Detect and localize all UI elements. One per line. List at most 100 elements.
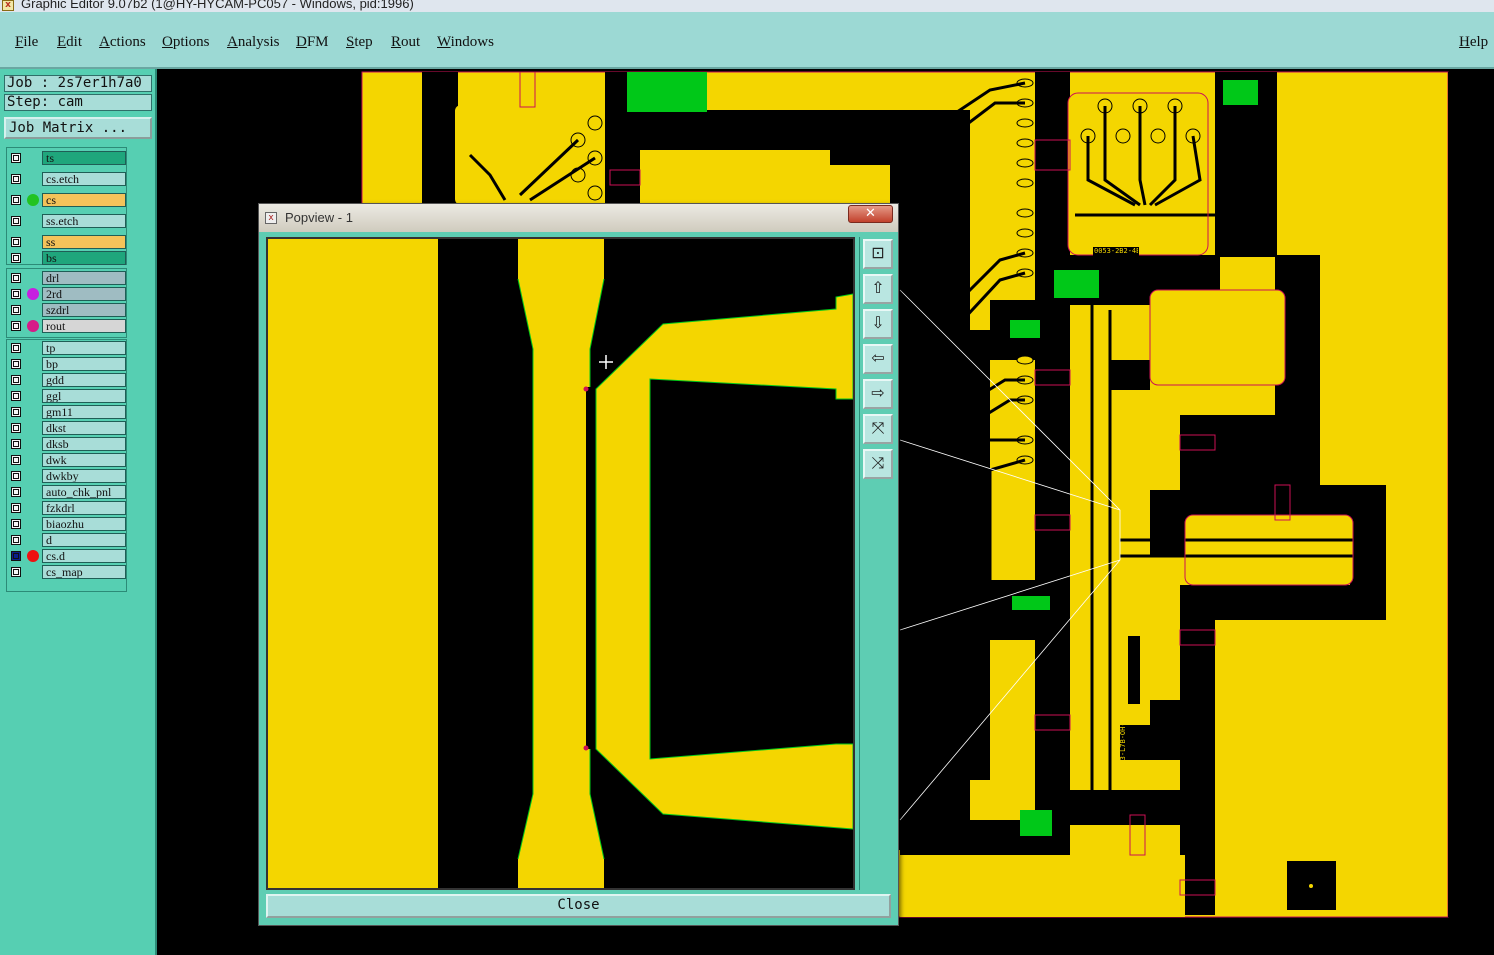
step-name: Step: cam bbox=[4, 94, 152, 111]
layer-row-fzkdrl[interactable]: fzkdrl bbox=[7, 500, 128, 516]
pan-right-icon[interactable]: ⇨ bbox=[863, 379, 893, 409]
menu-windows[interactable]: Windows bbox=[437, 32, 494, 52]
layer-checkbox[interactable] bbox=[11, 321, 21, 331]
layer-name[interactable]: fzkdrl bbox=[42, 501, 126, 515]
layer-name[interactable]: auto_chk_pnl bbox=[42, 485, 126, 499]
layer-checkbox[interactable] bbox=[11, 253, 21, 263]
layer-row-cs-etch[interactable]: cs.etch bbox=[7, 171, 128, 187]
layer-row-cs-map[interactable]: cs_map bbox=[7, 564, 128, 580]
layer-row-drl[interactable]: drl bbox=[7, 270, 128, 286]
layer-name[interactable]: szdrl bbox=[42, 303, 126, 317]
layer-checkbox[interactable] bbox=[11, 289, 21, 299]
menu-analysis[interactable]: Analysis bbox=[227, 32, 280, 52]
layer-name[interactable]: bp bbox=[42, 357, 126, 371]
layer-name[interactable]: cs.etch bbox=[42, 172, 126, 186]
layer-checkbox[interactable] bbox=[11, 305, 21, 315]
layer-checkbox[interactable] bbox=[11, 519, 21, 529]
layer-row-tp[interactable]: tp bbox=[7, 340, 128, 356]
layer-row-dwkby[interactable]: dwkby bbox=[7, 468, 128, 484]
layer-row-d[interactable]: d bbox=[7, 532, 128, 548]
layer-name[interactable]: ss.etch bbox=[42, 214, 126, 228]
layer-row-ggl[interactable]: ggl bbox=[7, 388, 128, 404]
layer-checkbox[interactable] bbox=[11, 195, 21, 205]
layer-name[interactable]: 2rd bbox=[42, 287, 126, 301]
layer-checkbox[interactable] bbox=[11, 216, 21, 226]
menu-step[interactable]: Step bbox=[346, 32, 373, 52]
zoom-window-icon[interactable]: ⊡ bbox=[863, 239, 893, 269]
layer-name[interactable]: d bbox=[42, 533, 126, 547]
menu-options[interactable]: Options bbox=[162, 32, 210, 52]
layer-checkbox[interactable] bbox=[11, 391, 21, 401]
layer-name[interactable]: drl bbox=[42, 271, 126, 285]
popview-close-icon[interactable]: ✕ bbox=[848, 205, 893, 223]
layer-checkbox[interactable] bbox=[11, 153, 21, 163]
layer-name[interactable]: gm11 bbox=[42, 405, 126, 419]
layer-group-board: ts cs.etch cs ss.etch ss bs bbox=[6, 147, 127, 265]
layer-checkbox[interactable] bbox=[11, 455, 21, 465]
layer-row-dwk[interactable]: dwk bbox=[7, 452, 128, 468]
layer-checkbox[interactable] bbox=[11, 471, 21, 481]
menu-file[interactable]: File bbox=[15, 32, 38, 52]
job-matrix-button[interactable]: Job Matrix ... bbox=[4, 117, 152, 139]
layer-checkbox[interactable] bbox=[11, 174, 21, 184]
layer-name[interactable]: ss bbox=[42, 235, 126, 249]
menu-actions[interactable]: Actions bbox=[99, 32, 146, 52]
popview-canvas[interactable] bbox=[266, 237, 855, 890]
layer-checkbox[interactable] bbox=[11, 375, 21, 385]
zoom-in-icon[interactable]: ⤧ bbox=[863, 414, 893, 444]
layer-name[interactable]: bs bbox=[42, 251, 126, 265]
layer-name[interactable]: rout bbox=[42, 319, 126, 333]
layer-row-ss[interactable]: ss bbox=[7, 234, 128, 250]
layer-row-gdd[interactable]: gdd bbox=[7, 372, 128, 388]
layer-checkbox[interactable] bbox=[11, 423, 21, 433]
layer-checkbox[interactable] bbox=[11, 439, 21, 449]
menu-help[interactable]: Help bbox=[1459, 32, 1488, 52]
menu-edit[interactable]: Edit bbox=[57, 32, 82, 52]
layer-checkbox[interactable] bbox=[11, 237, 21, 247]
pan-left-icon[interactable]: ⇦ bbox=[863, 344, 893, 374]
layer-name[interactable]: ggl bbox=[42, 389, 126, 403]
layer-row-biaozhu[interactable]: biaozhu bbox=[7, 516, 128, 532]
layer-checkbox[interactable] bbox=[11, 503, 21, 513]
layer-row-bp[interactable]: bp bbox=[7, 356, 128, 372]
layer-checkbox[interactable] bbox=[11, 359, 21, 369]
layer-row-gm11[interactable]: gm11 bbox=[7, 404, 128, 420]
pan-down-icon[interactable]: ⇩ bbox=[863, 309, 893, 339]
layer-row-2rd[interactable]: 2rd bbox=[7, 286, 128, 302]
layer-row-rout[interactable]: rout bbox=[7, 318, 128, 334]
layer-checkbox[interactable] bbox=[11, 343, 21, 353]
app-icon: x bbox=[2, 0, 14, 11]
layer-checkbox[interactable] bbox=[11, 551, 21, 561]
layer-name[interactable]: tp bbox=[42, 341, 126, 355]
pan-up-icon[interactable]: ⇧ bbox=[863, 274, 893, 304]
layer-name[interactable]: dksb bbox=[42, 437, 126, 451]
popview-title-bar[interactable]: x Popview - 1 ✕ bbox=[259, 204, 898, 232]
popview-close-button[interactable]: Close bbox=[266, 894, 891, 918]
layer-name[interactable]: ts bbox=[42, 151, 126, 165]
layer-checkbox[interactable] bbox=[11, 535, 21, 545]
layer-checkbox[interactable] bbox=[11, 273, 21, 283]
layer-row-cs[interactable]: cs bbox=[7, 192, 128, 208]
layer-row-ss-etch[interactable]: ss.etch bbox=[7, 213, 128, 229]
layer-name[interactable]: dkst bbox=[42, 421, 126, 435]
layer-row-dkst[interactable]: dkst bbox=[7, 420, 128, 436]
layer-checkbox[interactable] bbox=[11, 407, 21, 417]
layer-name[interactable]: cs bbox=[42, 193, 126, 207]
layer-row-cs-d[interactable]: cs.d bbox=[7, 548, 128, 564]
layer-name[interactable]: cs_map bbox=[42, 565, 126, 579]
layer-row-ts[interactable]: ts bbox=[7, 150, 128, 166]
layer-name[interactable]: dwk bbox=[42, 453, 126, 467]
layer-checkbox[interactable] bbox=[11, 487, 21, 497]
layer-row-dksb[interactable]: dksb bbox=[7, 436, 128, 452]
layer-row-auto-chk-pnl[interactable]: auto_chk_pnl bbox=[7, 484, 128, 500]
layer-checkbox[interactable] bbox=[11, 567, 21, 577]
menu-rout[interactable]: Rout bbox=[391, 32, 420, 52]
layer-name[interactable]: gdd bbox=[42, 373, 126, 387]
layer-name[interactable]: biaozhu bbox=[42, 517, 126, 531]
zoom-out-icon[interactable]: ⤨ bbox=[863, 449, 893, 479]
layer-name[interactable]: cs.d bbox=[42, 549, 126, 563]
menu-dfm[interactable]: DFM bbox=[296, 32, 329, 52]
layer-name[interactable]: dwkby bbox=[42, 469, 126, 483]
layer-row-szdrl[interactable]: szdrl bbox=[7, 302, 128, 318]
layer-row-bs[interactable]: bs bbox=[7, 250, 128, 266]
